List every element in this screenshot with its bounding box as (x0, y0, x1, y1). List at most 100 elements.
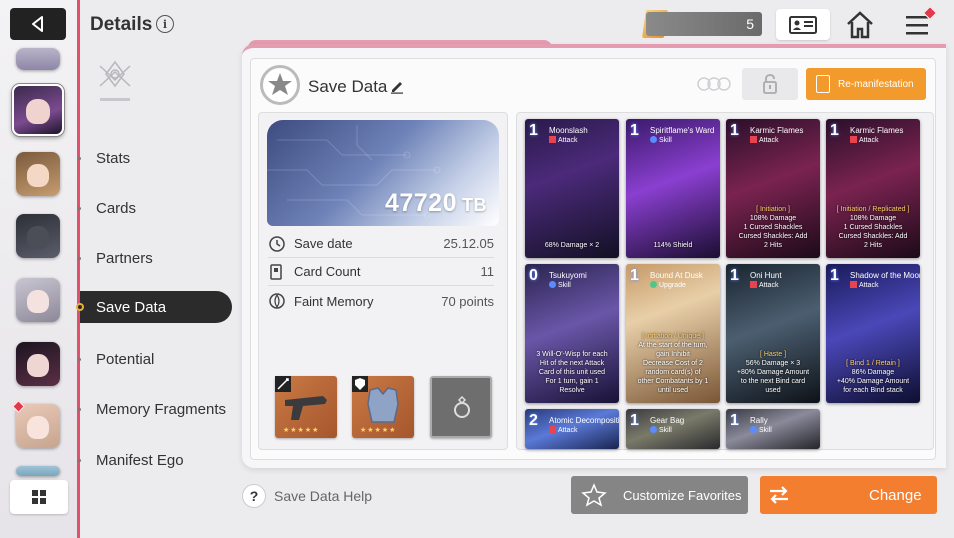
armor-icon (367, 387, 399, 423)
emblem-logo (99, 60, 131, 101)
card-name: Shadow of the Moon (850, 271, 920, 280)
deck-card[interactable]: 1 Karmic Flames Attack [ Initiation / Repli… (826, 119, 920, 258)
nav-item-manifest-ego[interactable]: Manifest Ego (78, 444, 232, 476)
save-data-title: Save Data (308, 77, 388, 96)
character-portrait[interactable] (16, 48, 60, 70)
currency-counter: 5 (646, 12, 762, 36)
character-portrait[interactable] (16, 466, 60, 476)
nav-item-potential[interactable]: Potential (78, 343, 232, 375)
card-type: Attack (750, 281, 778, 289)
card-cost: 1 (529, 122, 538, 139)
star-badge-icon (268, 73, 292, 95)
card-cost: 1 (730, 267, 739, 284)
character-portrait[interactable] (16, 342, 60, 386)
card-cost: 1 (630, 267, 639, 284)
skill-type-icon (650, 136, 657, 143)
back-icon (32, 16, 43, 32)
card-description: [ Initiation / Unique ] At the start of t… (637, 333, 709, 394)
equipment-slot-armor[interactable]: ★★★★★ (352, 376, 414, 438)
card-cost: 1 (630, 122, 639, 139)
card-name: Karmic Flames (850, 126, 904, 135)
rings-icon (697, 77, 731, 91)
deck-card[interactable]: 1 Moonslash Attack 68% Damage × 2 (525, 119, 619, 258)
character-portrait-selected[interactable] (12, 84, 64, 136)
card-name: Atomic Decomposition (549, 416, 619, 425)
home-icon[interactable] (845, 10, 875, 40)
card-type: Skill (750, 426, 772, 434)
skill-type-icon (549, 281, 556, 288)
re-manifestation-label: Re-manifestation (838, 78, 914, 90)
equipment-slot-weapon[interactable]: ★★★★★ (275, 376, 337, 438)
card-type: Skill (650, 136, 672, 144)
card-cost: 1 (630, 412, 639, 429)
help-icon[interactable]: ? (242, 484, 266, 508)
card-description: 114% Shield (653, 242, 693, 249)
card-type: Attack (750, 136, 778, 144)
deck-card[interactable]: 1 Shadow of the Moon Attack [ Bind 1 / Reta… (826, 264, 920, 403)
customize-favorites-label: Customize Favorites (623, 487, 742, 503)
card-type: Attack (549, 426, 577, 434)
attack-type-icon (750, 281, 757, 288)
re-manifestation-button[interactable]: Re-manifestation (806, 68, 926, 100)
card-type: Attack (549, 136, 577, 144)
edit-icon[interactable] (389, 78, 405, 94)
equipment-slot-accessory[interactable] (430, 376, 492, 438)
character-portrait[interactable] (16, 214, 60, 258)
character-portrait[interactable] (16, 404, 60, 448)
character-strip (0, 0, 80, 538)
grid-icon (32, 490, 46, 504)
card-cost: 1 (830, 267, 839, 284)
deck-card[interactable]: 1 Oni Hunt Attack [ Haste ] 56% Damage × 3 +… (726, 264, 820, 403)
profile-card-button[interactable] (776, 9, 830, 40)
page-title: Details (90, 14, 153, 35)
card-description: [ Bind 1 / Retain ] 86% Damage +40% Damag… (836, 360, 910, 394)
ring-icon (454, 396, 470, 418)
deck-card[interactable]: 1 Gear Bag Skill (626, 409, 720, 449)
card-type: Attack (850, 281, 878, 289)
nav-item-stats[interactable]: Stats (78, 142, 232, 174)
card-description: 68% Damage × 2 (544, 242, 600, 249)
attack-type-icon (549, 136, 556, 143)
card-name: Gear Bag (650, 416, 685, 425)
deck-card[interactable]: 1 Spiritflame's Ward Skill 114% Shield (626, 119, 720, 258)
skill-type-icon (650, 426, 657, 433)
stat-row-faint-memory: Faint Memory 70 points (268, 287, 494, 315)
card-cost: 2 (529, 412, 538, 429)
deck-card[interactable]: 1 Karmic Flames Attack [ Initiation ] 108% D… (726, 119, 820, 258)
deck-card[interactable]: 1 Rally Skill (726, 409, 820, 449)
card-cost: 0 (529, 267, 538, 284)
deck-card[interactable]: 0 Tsukuyomi Skill 3 Will-O'-Wisp for each H… (525, 264, 619, 403)
back-button[interactable] (10, 8, 66, 40)
card-description: [ Haste ] 56% Damage × 3 +80% Damage Amou… (736, 351, 810, 394)
nav-item-partners[interactable]: Partners (78, 242, 232, 274)
clock-icon (269, 235, 285, 252)
lock-button[interactable] (742, 68, 798, 100)
memory-icon (269, 293, 285, 309)
stat-row-save-date: Save date 25.12.05 (268, 230, 494, 258)
deck-card[interactable]: 1 Bound At Dusk Upgrade [ Initiation / Uniq… (626, 264, 720, 403)
save-data-help-link[interactable]: Save Data Help (274, 488, 372, 504)
deck-card[interactable]: 2 Atomic DecompositionAttack (525, 409, 619, 449)
card-type: Skill (549, 281, 571, 289)
character-portrait[interactable] (16, 278, 60, 322)
customize-favorites-button[interactable]: Customize Favorites (571, 476, 748, 514)
card-name: Oni Hunt (750, 271, 782, 280)
grid-view-button[interactable] (10, 480, 68, 514)
card-cost: 1 (730, 122, 739, 139)
tb-value: 47720 TB (384, 189, 487, 217)
gun-icon (285, 396, 327, 420)
card-name: Bound At Dusk (650, 271, 703, 280)
card-description: 3 Will-O'-Wisp for each Hit of the next … (536, 351, 608, 394)
info-icon[interactable]: i (156, 15, 174, 33)
swap-icon (770, 486, 788, 504)
card-description: [ Initiation / Replicated ] 108% Damage 1… (836, 206, 910, 249)
card-type: Skill (650, 426, 672, 434)
nav-item-cards[interactable]: Cards (78, 192, 232, 224)
character-portrait[interactable] (16, 152, 60, 196)
nav-item-save-data[interactable]: Save Data (76, 291, 232, 323)
change-button[interactable]: Change (760, 476, 937, 514)
card-name: Spiritflame's Ward (650, 126, 715, 135)
nav-item-memory-fragments[interactable]: Memory Fragments (78, 393, 232, 425)
card-type: Upgrade (650, 281, 686, 289)
tb-banner: 47720 TB (267, 120, 499, 226)
